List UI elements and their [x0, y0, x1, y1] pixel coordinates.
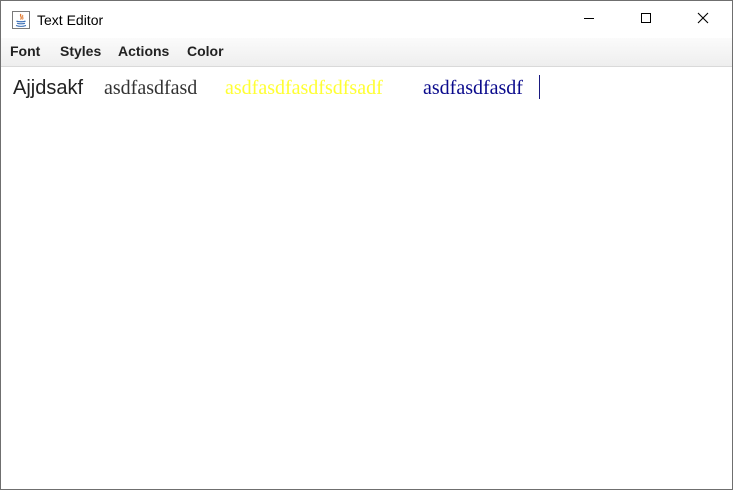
text-caret [539, 75, 540, 99]
minimize-button[interactable] [560, 1, 618, 38]
text-segment: asdfasdfasd [104, 77, 198, 99]
maximize-icon [640, 11, 652, 29]
java-icon [12, 11, 30, 29]
maximize-button[interactable] [617, 1, 675, 38]
minimize-icon [583, 11, 595, 29]
close-icon [697, 11, 709, 29]
menu-bar: Font Styles Actions Color [1, 38, 732, 67]
title-bar[interactable]: Text Editor [1, 1, 732, 38]
menu-color[interactable]: Color [187, 43, 224, 60]
menu-styles[interactable]: Styles [60, 43, 101, 60]
text-segment: asdfasdfasdf [423, 77, 523, 99]
text-editing-area[interactable]: Ajjdsakf asdfasdfasd asdfasdfasdfsdfsadf… [3, 67, 732, 489]
text-editor-window: Text Editor Font Styles Actions Color Aj… [0, 0, 733, 490]
text-segment: asdfasdfasdfsdfsadf [225, 77, 383, 99]
menu-actions[interactable]: Actions [118, 43, 169, 60]
close-button[interactable] [674, 1, 732, 38]
text-segment: Ajjdsakf [13, 77, 84, 99]
window-title: Text Editor [37, 12, 104, 28]
menu-font[interactable]: Font [10, 43, 40, 60]
